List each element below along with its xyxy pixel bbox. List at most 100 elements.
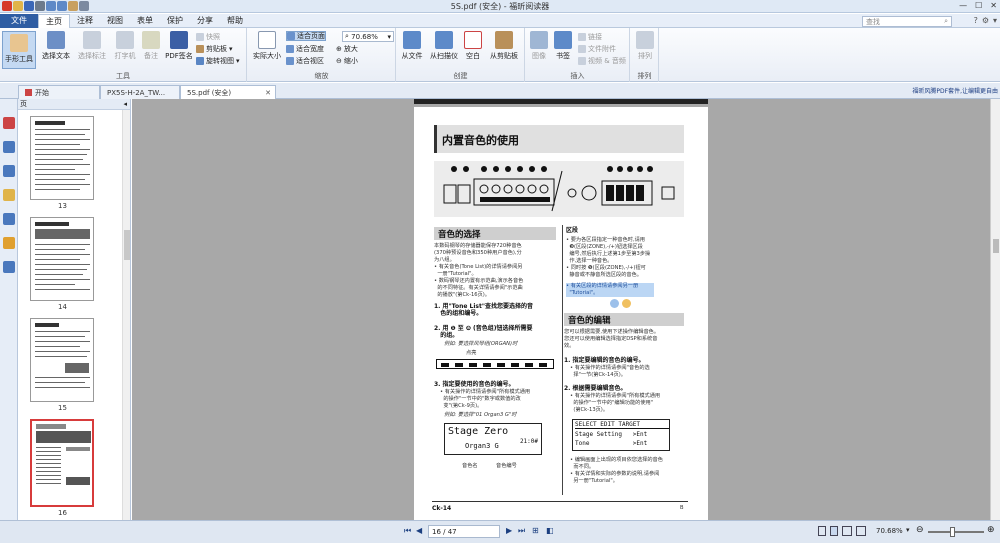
continuous-view-icon[interactable] [830, 526, 838, 536]
link-button[interactable]: 链接 [578, 32, 602, 42]
pdf-sign-button[interactable]: PDF签名 [164, 31, 194, 61]
tab-px5s[interactable]: PX5S-H-2A_TW... [100, 85, 180, 99]
from-scanner-button[interactable]: 从扫描仪 [427, 31, 461, 61]
step-3-note: 例如: 要选择"01 Organ3 G"时 [444, 412, 517, 418]
select-annotation-icon [83, 31, 101, 49]
title-bar: 5S.pdf (安全) - 福昕阅读器 — ☐ ✕ [0, 0, 1000, 13]
settings-icon[interactable]: ⚙ [982, 16, 989, 25]
clipboard-button[interactable]: 剪贴板 ▾ [196, 44, 233, 54]
menu-view[interactable]: 视图 [100, 14, 130, 28]
maximize-button[interactable]: ☐ [975, 1, 982, 10]
lcd-label-tone-number: 音色编号 [496, 463, 517, 469]
hand-tool-button[interactable]: 手形工具 [2, 31, 36, 69]
menu-protect[interactable]: 保护 [160, 14, 190, 28]
thumbnail-scrollbar[interactable] [122, 110, 130, 520]
menu-form[interactable]: 表单 [130, 14, 160, 28]
page-thumbnail-15[interactable] [30, 318, 94, 402]
rotate-view-label: 旋转视图 [206, 57, 234, 65]
document-tab-bar: 开始 PX5S-H-2A_TW... 5S.pdf (安全) ✕ 福昕风腾PDF套… [0, 83, 1000, 99]
document-scroll-thumb[interactable] [993, 239, 999, 253]
image-icon [530, 31, 548, 49]
zoom-in-status-icon[interactable]: ⊕ [987, 525, 995, 535]
next-page-button[interactable]: ▶ [506, 526, 512, 535]
selection-toolbar[interactable] [610, 299, 631, 308]
pdf-page[interactable]: 内置音色的使用 音色的选择 本数码钢琴的存储器能保存720种音色 (370种预设… [414, 107, 708, 520]
rotate-view-button[interactable]: 旋转视图 ▾ [196, 56, 240, 66]
document-scrollbar[interactable] [990, 99, 1000, 520]
note-button[interactable]: 备注 [140, 31, 162, 61]
fit-visible-button[interactable]: 适合视区 [286, 56, 324, 66]
zoom-slider-handle[interactable] [950, 527, 955, 537]
bookmark-button[interactable]: 书签 [552, 31, 574, 61]
last-page-button[interactable]: ⏭ [518, 526, 525, 536]
typewriter-button[interactable]: 打字机 [112, 31, 138, 61]
previous-page-button[interactable]: ◀ [416, 526, 422, 535]
security-panel-icon[interactable] [3, 237, 15, 249]
zoom-select[interactable]: ⌕ 70.68% ▾ [342, 31, 394, 42]
search-input[interactable]: 查找 ⌕ [862, 16, 952, 27]
zoom-dropdown-icon[interactable]: ▾ [906, 526, 910, 534]
tab-5s[interactable]: 5S.pdf (安全) ✕ [180, 85, 276, 99]
document-viewer[interactable]: 内置音色的使用 音色的选择 本数码钢琴的存储器能保存720种音色 (370种预设… [132, 99, 990, 520]
close-tab-icon[interactable]: ✕ [265, 89, 271, 97]
menu-share[interactable]: 分享 [190, 14, 220, 28]
zoom-in-button[interactable]: ⊕ 放大 [336, 44, 358, 54]
page-thumbnail-14[interactable] [30, 217, 94, 301]
attachments-panel-icon[interactable] [3, 213, 15, 225]
page-thumbnail-16[interactable] [30, 419, 94, 507]
minimize-button[interactable]: — [959, 1, 967, 10]
menu-file[interactable]: 文件 [0, 13, 38, 28]
select-text-button[interactable]: 选择文本 [40, 31, 72, 61]
select-annotation-button[interactable]: 选择标注 [76, 31, 108, 61]
image-button[interactable]: 图像 [528, 31, 550, 61]
from-file-label: 从文件 [401, 52, 423, 60]
bookmarks-panel-icon[interactable] [3, 117, 15, 129]
highlight-selection-icon[interactable] [622, 299, 631, 308]
fit-button[interactable]: ⊞ [532, 526, 539, 535]
media-button[interactable]: 视频 & 音频 [578, 56, 626, 66]
from-file-button[interactable]: 从文件 [399, 31, 425, 61]
promo-notice[interactable]: 福昕风腾PDF套件,让编辑更自由 [912, 86, 998, 95]
search-icon[interactable]: ⌕ [944, 17, 948, 26]
arrange-button[interactable]: 排列 [635, 31, 655, 61]
tab-start[interactable]: 开始 [18, 85, 100, 99]
search-selection-icon[interactable] [610, 299, 619, 308]
page-title-text: 内置音色的使用 [442, 134, 519, 147]
comments-panel-icon[interactable] [3, 189, 15, 201]
first-page-button[interactable]: ⏮ [404, 526, 411, 536]
fit-page-button[interactable]: 适合页面 [286, 31, 326, 41]
blank-button[interactable]: 空白 [463, 31, 483, 61]
thumbnail-number: 16 [58, 509, 67, 517]
actual-size-button[interactable]: 实际大小 [252, 31, 282, 61]
lcd-line-2: Organ3 G [465, 442, 499, 450]
zoom-out-button[interactable]: ⊖ 缩小 [336, 56, 358, 66]
help-icon[interactable]: ? [974, 16, 978, 25]
step-1: 1. 用"Tone List"查找您要选择的音 色的组和编号。 [434, 303, 533, 317]
zoom-out-status-icon[interactable]: ⊖ [916, 525, 924, 535]
layers-panel-icon[interactable] [3, 165, 15, 177]
snapshot-button[interactable]: 快照 [196, 32, 220, 42]
page-thumbnail-13[interactable] [30, 116, 94, 200]
media-label: 视频 & 音频 [588, 57, 626, 65]
continuous-facing-view-icon[interactable] [856, 526, 866, 536]
menu-help[interactable]: 帮助 [220, 14, 250, 28]
from-file-icon [403, 31, 421, 49]
single-page-view-icon[interactable] [818, 526, 826, 536]
bookmark-label: 书签 [556, 52, 570, 60]
menu-comment[interactable]: 注释 [70, 14, 100, 28]
signatures-panel-icon[interactable] [3, 261, 15, 273]
history-back-button[interactable]: ◧ [546, 526, 554, 535]
zoom-slider[interactable] [928, 527, 984, 537]
ribbon-toggle-icon[interactable]: ▾ [993, 16, 997, 25]
menu-home[interactable]: 主页 [38, 13, 70, 28]
close-panel-icon[interactable]: ◂ [123, 100, 127, 108]
page-number-input[interactable]: 16 / 47 [428, 525, 500, 538]
thumbnail-scroll-thumb[interactable] [124, 230, 130, 260]
fit-width-button[interactable]: 适合宽度 [286, 44, 324, 54]
pages-panel-icon[interactable] [3, 141, 15, 153]
camera-icon [196, 33, 204, 41]
close-button[interactable]: ✕ [990, 1, 997, 10]
facing-view-icon[interactable] [842, 526, 852, 536]
from-clipboard-button[interactable]: 从剪贴板 [485, 31, 523, 61]
attachment-button[interactable]: 文件附件 [578, 44, 616, 54]
